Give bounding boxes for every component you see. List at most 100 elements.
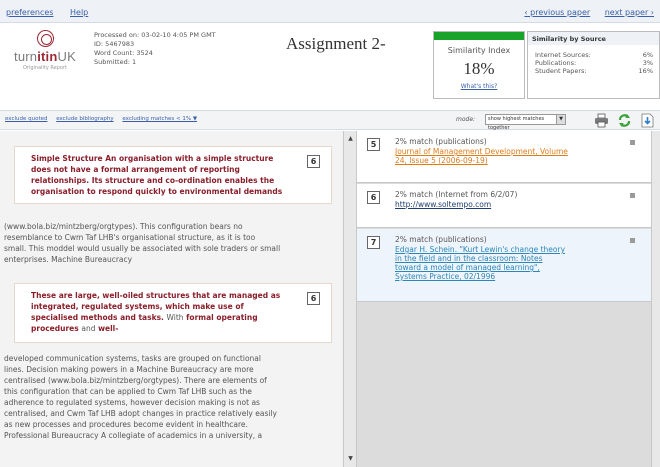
paragraph-line: centralised (www.bola.biz/mintzberg/orgt…	[4, 376, 267, 385]
logo-brand-pre: turn	[14, 49, 38, 64]
paragraph-line: (www.bola.biz/mintzberg/orgtypes). This …	[4, 222, 243, 231]
source-label: Student Papers:	[535, 67, 587, 75]
paragraph-line: small. This moddel would usually be asso…	[4, 244, 281, 253]
submission-meta: Processed on: 03-02-10 4:05 PM GMT ID: 5…	[94, 31, 216, 67]
square-icon[interactable]	[630, 193, 635, 198]
match-item-6[interactable]: 6 2% match (Internet from 6/2/07) http:/…	[357, 184, 651, 228]
matches-pane: 5 2% match (publications) Journal of Man…	[357, 131, 651, 467]
previous-paper-link[interactable]: ‹ previous paper	[524, 8, 590, 17]
source-line: Edgar H. Schein. "Kurt Lewin's change th…	[395, 245, 566, 254]
match-number-badge: 7	[367, 236, 380, 249]
highlight-line: integrated, regulated systems, which mak…	[31, 302, 244, 311]
highlight-line: Simple Structure An organisation with a …	[31, 154, 274, 163]
top-nav: preferences Help ‹ previous paper next p…	[0, 0, 660, 23]
paragraph-line: resemblance to Cwm Taf LHB's organisatio…	[4, 233, 256, 242]
highlighted-match-6[interactable]: Simple Structure An organisation with a …	[14, 146, 332, 204]
similarity-bar	[434, 32, 524, 40]
match-number-badge[interactable]: 6	[307, 292, 320, 305]
preferences-link[interactable]: preferences	[6, 8, 53, 17]
excluding-matches-dropdown[interactable]: excluding matches < 1% ▼	[122, 116, 197, 122]
source-row-publications: Publications: 3%	[528, 59, 659, 67]
chevron-down-icon: ▼	[556, 115, 565, 124]
highlight-line: These are large, well-oiled structures t…	[31, 291, 281, 300]
highlight-line: organisation to respond quickly to envir…	[31, 187, 283, 196]
match-source-link[interactable]: Journal of Management Development, Volum…	[395, 147, 615, 165]
highlight-line: relationships. Its structure and co-ordi…	[31, 176, 275, 185]
document-scrollbar[interactable]: ▲ ▼	[343, 131, 357, 467]
source-row-internet: Internet Sources: 6%	[528, 51, 659, 59]
refresh-icon[interactable]	[617, 113, 632, 128]
source-line: 24, Issue 5 (2006-09-19)	[395, 156, 488, 165]
exclude-quoted-link[interactable]: exclude quoted	[5, 116, 47, 122]
paragraph-line: enterprises. Machine Bureaucracy	[4, 255, 133, 264]
next-paper-link[interactable]: next paper ›	[605, 8, 654, 17]
source-line: toward a model of managed learning",	[395, 263, 540, 272]
highlight-line: specialised methods and tasks.	[31, 313, 164, 322]
processed-date: Processed on: 03-02-10 4:05 PM GMT	[94, 31, 216, 39]
mode-label: mode:	[456, 116, 476, 123]
report-header: turnitinUK Originality Report Processed …	[0, 24, 660, 108]
highlight-formal-operating: formal operating	[186, 313, 258, 322]
match-number-badge: 5	[367, 138, 380, 151]
paper-id: ID: 5467983	[94, 40, 135, 48]
mode-select-value: show highest matches together	[488, 116, 545, 131]
source-line: Systems Practice, 02/1996	[395, 272, 496, 281]
document-pane[interactable]: Simple Structure An organisation with a …	[0, 131, 343, 467]
paragraph-line: adherence to regulated systems, however …	[4, 398, 260, 407]
source-value: 3%	[642, 59, 653, 67]
scroll-down-icon[interactable]: ▼	[346, 454, 355, 463]
source-label: Internet Sources:	[535, 51, 591, 59]
word-count: Word Count: 3524	[94, 49, 153, 57]
seal-icon	[36, 30, 54, 47]
logo-brand-post: UK	[57, 49, 76, 64]
help-link[interactable]: Help	[70, 8, 88, 17]
match-item-7[interactable]: 7 2% match (publications) Edgar H. Schei…	[357, 229, 651, 302]
source-value: 16%	[638, 67, 653, 75]
highlight-line: does not have a formal arrangement of re…	[31, 165, 240, 174]
download-icon[interactable]	[640, 113, 655, 128]
highlight-plain-and: and	[81, 324, 96, 333]
report-toolbar: exclude quoted exclude bibliography excl…	[0, 110, 660, 131]
paragraph-line: this configuration that can be applied t…	[4, 387, 252, 396]
logo-tagline: Originality Report	[22, 65, 68, 71]
match-heading: 2% match (publications)	[395, 235, 487, 244]
highlight-line: procedures	[31, 324, 79, 333]
match-number-badge: 6	[367, 191, 380, 204]
source-row-student-papers: Student Papers: 16%	[528, 67, 659, 75]
match-source-link[interactable]: Edgar H. Schein. "Kurt Lewin's change th…	[395, 245, 615, 281]
highlight-well: well-	[98, 324, 119, 333]
match-source-link[interactable]: http://www.soltempo.com	[395, 200, 615, 209]
print-icon[interactable]	[594, 113, 609, 128]
turnitin-logo: turnitinUK Originality Report	[4, 30, 86, 72]
similarity-index-box: Similarity Index 18% What's this?	[433, 31, 525, 99]
similarity-by-source: Similarity by Source Internet Sources: 6%…	[527, 31, 660, 99]
match-heading: 2% match (Internet from 6/2/07)	[395, 190, 518, 199]
match-number-badge[interactable]: 6	[307, 155, 320, 168]
match-item-5[interactable]: 5 2% match (publications) Journal of Man…	[357, 131, 651, 183]
exclude-bibliography-link[interactable]: exclude bibliography	[56, 116, 113, 122]
submitted-count: Submitted: 1	[94, 58, 137, 66]
matches-scrollbar[interactable]	[651, 131, 660, 467]
source-box-title: Similarity by Source	[528, 32, 659, 45]
mode-select[interactable]: show highest matches together ▼	[485, 114, 566, 131]
whats-this-link[interactable]: What's this?	[461, 83, 498, 90]
document-paragraph: (www.bola.biz/mintzberg/orgtypes). This …	[4, 221, 334, 265]
document-paragraph: developed communication systems, tasks a…	[4, 353, 334, 441]
source-line: http://www.soltempo.com	[395, 200, 492, 209]
highlighted-match-6b[interactable]: These are large, well-oiled structures t…	[14, 283, 332, 343]
paragraph-line: lines. Decision making powers in a Machi…	[4, 365, 254, 374]
similarity-label: Similarity Index	[447, 46, 511, 55]
paragraph-line: Professional Bureaucracy A collegiate of…	[4, 431, 263, 440]
source-value: 6%	[642, 51, 653, 59]
similarity-percent: 18%	[463, 59, 495, 78]
square-icon[interactable]	[630, 238, 635, 243]
source-label: Publications:	[535, 59, 577, 67]
paragraph-line: centralised, and Cwm Taf LHB adopt chang…	[4, 409, 277, 418]
paragraph-line: as new processes and procedures become e…	[4, 420, 248, 429]
paragraph-line: developed communication systems, tasks a…	[4, 354, 261, 363]
highlight-plain-with: With	[166, 313, 184, 322]
square-icon[interactable]	[630, 140, 635, 145]
scroll-up-icon[interactable]: ▲	[346, 134, 355, 143]
page-title: Assignment 2-	[286, 34, 386, 53]
source-line: Journal of Management Development, Volum…	[395, 147, 568, 156]
